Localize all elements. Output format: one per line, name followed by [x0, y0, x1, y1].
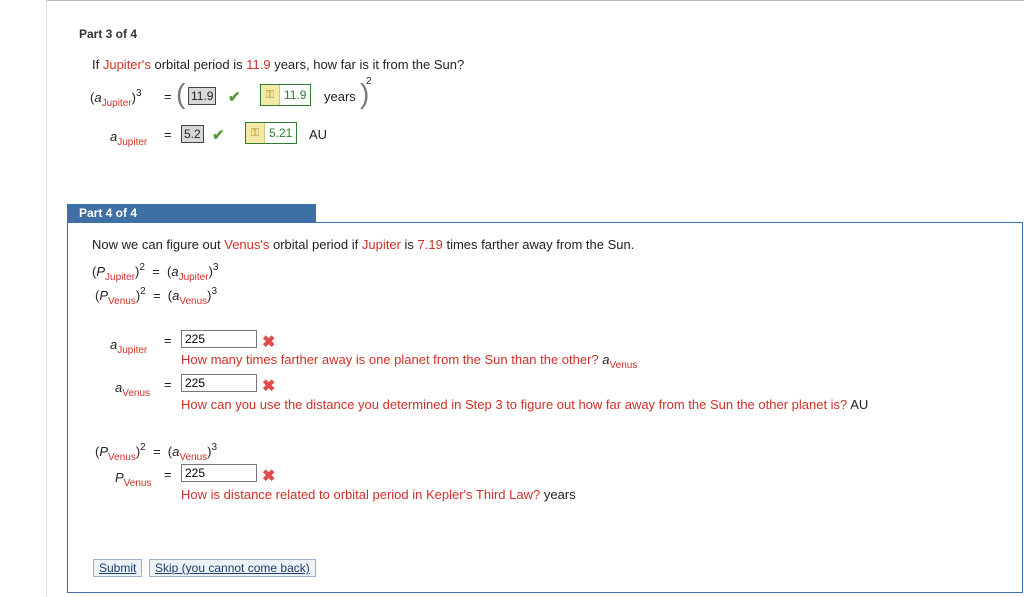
skip-button[interactable]: Skip (you cannot come back) — [149, 559, 316, 577]
p-venus-input[interactable] — [181, 464, 257, 482]
part3-heading: Part 3 of 4 — [79, 27, 138, 41]
q3-equals: = — [164, 467, 172, 482]
relation-jupiter: (PJupiter)2 = (aJupiter)3 — [92, 262, 219, 283]
check-icon: ✔ — [212, 127, 225, 144]
a-venus-input[interactable] — [181, 374, 257, 392]
a-jupiter-input[interactable] — [181, 330, 257, 348]
x-icon: ✖ — [262, 468, 276, 485]
eq2-lhs: aJupiter — [110, 129, 148, 148]
eq2-unit: AU — [309, 127, 328, 142]
eq1-lhs: (aJupiter)3 — [90, 88, 142, 109]
part3-question: If Jupiter's orbital period is 11.9 year… — [92, 57, 465, 72]
q3-label: PVenus — [115, 470, 152, 489]
eq1-outer-exp: 2 — [366, 76, 372, 87]
q1-hint: How many times farther away is one plane… — [181, 352, 638, 371]
q2-hint: How can you use the distance you determi… — [181, 397, 869, 412]
eq1-answer-key: ⚿ 11.9 — [260, 84, 312, 106]
q1-equals: = — [164, 333, 172, 348]
eq1-input: 11.9 — [188, 87, 217, 105]
part4-intro: Now we can figure out Venus's orbital pe… — [92, 237, 635, 252]
submit-button[interactable]: Submit — [93, 559, 143, 577]
key-icon: ⚿ — [246, 123, 265, 143]
key-icon: ⚿ — [261, 85, 280, 105]
relation-venus: (PVenus)2 = (aVenus)3 — [95, 286, 218, 307]
q2-equals: = — [164, 377, 172, 392]
q1-label: aJupiter — [110, 337, 148, 356]
top-divider — [46, 0, 1024, 1]
q2-label: aVenus — [115, 380, 151, 399]
question-value: 11.9 — [246, 57, 271, 72]
eq1-unit: years — [324, 89, 356, 104]
eq1-equals: = — [164, 89, 172, 104]
x-icon: ✖ — [262, 378, 276, 395]
eq1-open-paren: ( — [176, 78, 186, 109]
eq2-input: 5.2 — [181, 125, 204, 143]
relation-venus-2: (PVenus)2 = (aVenus)3 — [95, 442, 218, 463]
question-planet: Jupiter's — [102, 57, 151, 72]
left-divider — [46, 0, 47, 597]
check-icon: ✔ — [228, 89, 241, 106]
eq2-equals: = — [164, 127, 172, 142]
x-icon: ✖ — [262, 334, 276, 351]
part4-heading: Part 4 of 4 — [67, 204, 316, 222]
eq2-answer-key: ⚿ 5.21 — [245, 122, 298, 144]
q3-hint: How is distance related to orbital perio… — [181, 487, 576, 502]
